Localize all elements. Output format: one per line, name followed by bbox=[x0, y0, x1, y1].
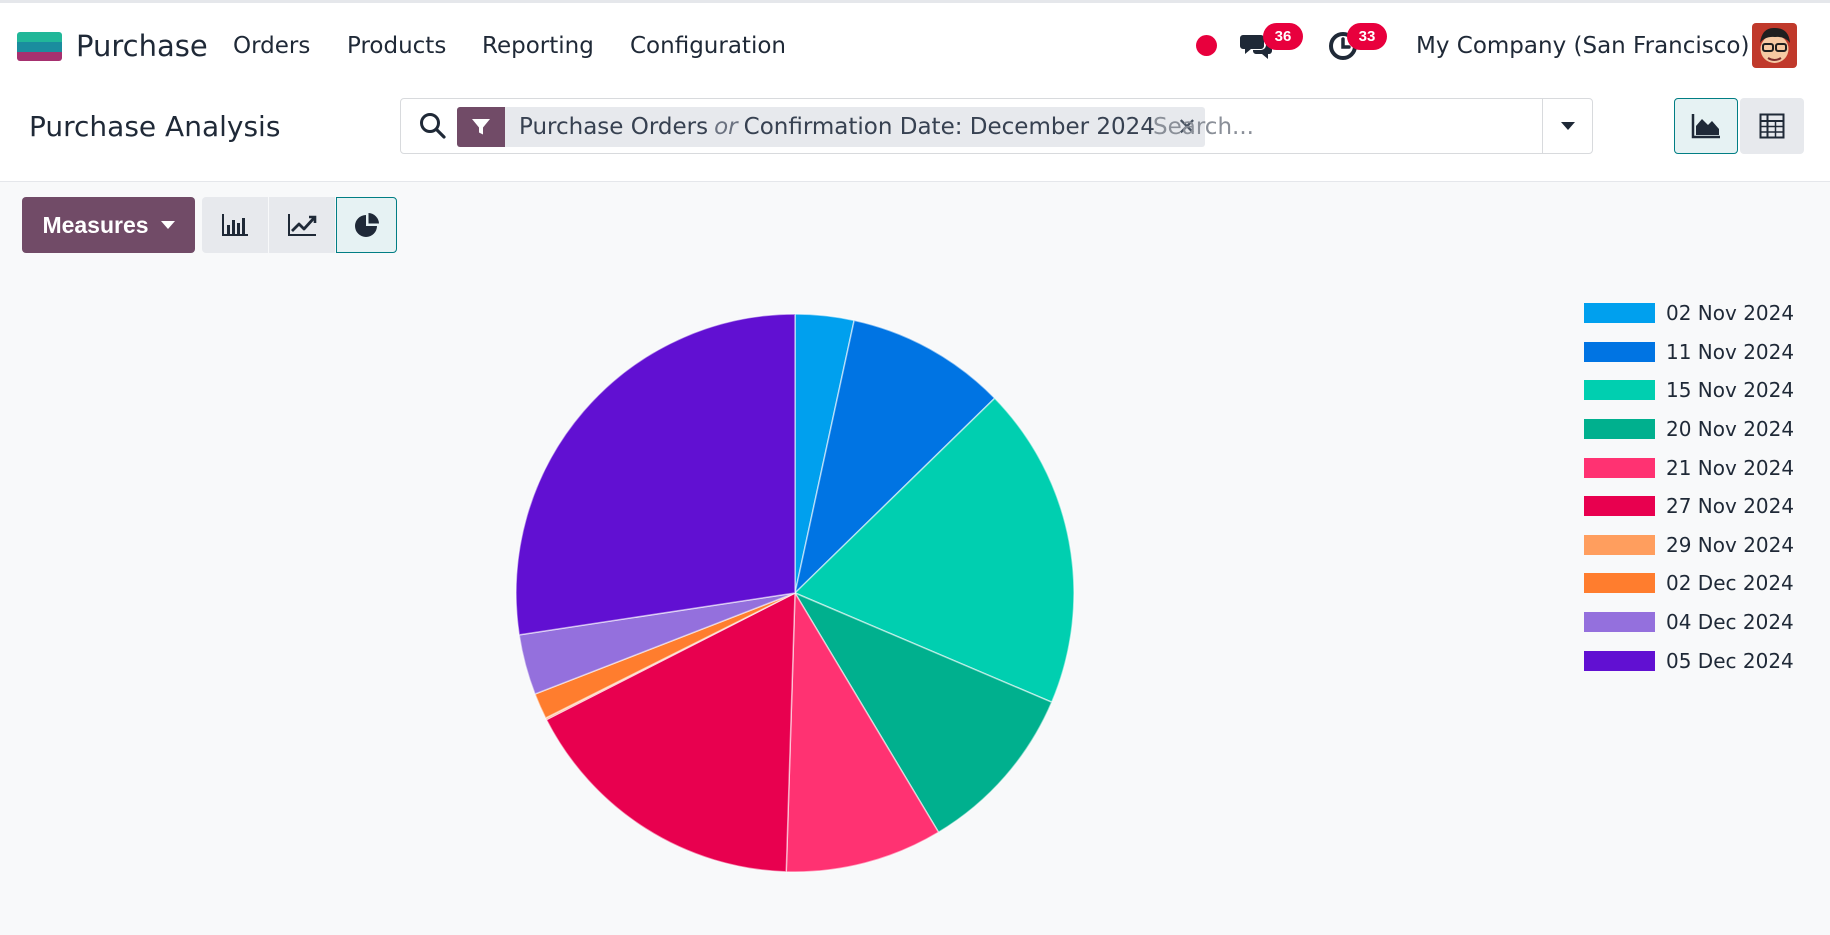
area-chart-icon bbox=[1691, 114, 1720, 139]
legend-label: 05 Dec 2024 bbox=[1666, 648, 1794, 673]
search-bar: Purchase Orders or Confirmation Date: Dece… bbox=[400, 98, 1593, 154]
control-panel: Purchase Analysis Purchase Orders or Confi… bbox=[0, 82, 1830, 182]
legend-swatch bbox=[1584, 496, 1655, 517]
search-facet[interactable]: Purchase Orders or Confirmation Date: Dece… bbox=[457, 107, 1205, 147]
menu-reporting[interactable]: Reporting bbox=[482, 33, 594, 59]
legend-item[interactable]: 20 Nov 2024 bbox=[1584, 410, 1824, 449]
purchase-app-icon[interactable] bbox=[17, 32, 62, 61]
caret-down-icon bbox=[1560, 122, 1575, 130]
messages-badge: 36 bbox=[1263, 23, 1303, 50]
pie-chart bbox=[515, 313, 1075, 873]
graph-content: Measures 02 Nov 2024 11 Nov 2024 15 Nov 20… bbox=[0, 182, 1830, 935]
legend-label: 27 Nov 2024 bbox=[1666, 494, 1795, 519]
legend-swatch bbox=[1584, 612, 1655, 633]
legend-label: 29 Nov 2024 bbox=[1666, 532, 1795, 557]
pivot-view-button[interactable] bbox=[1740, 98, 1804, 154]
legend-label: 04 Dec 2024 bbox=[1666, 610, 1794, 635]
legend-label: 21 Nov 2024 bbox=[1666, 455, 1795, 480]
menu-products[interactable]: Products bbox=[347, 33, 446, 59]
status-dot[interactable] bbox=[1196, 35, 1217, 56]
facet-value-purchase-orders: Purchase Orders bbox=[519, 114, 709, 140]
app-name[interactable]: Purchase bbox=[76, 29, 208, 63]
search-input[interactable] bbox=[1153, 107, 1523, 147]
legend-item[interactable]: 15 Nov 2024 bbox=[1584, 371, 1824, 410]
legend-item[interactable]: 05 Dec 2024 bbox=[1584, 641, 1824, 680]
chart-legend: 02 Nov 2024 11 Nov 2024 15 Nov 2024 20 Nov … bbox=[1584, 294, 1824, 680]
page-title: Purchase Analysis bbox=[29, 110, 281, 143]
legend-swatch bbox=[1584, 650, 1655, 671]
pie-slice-05-dec-2024[interactable] bbox=[515, 313, 796, 636]
legend-label: 02 Nov 2024 bbox=[1666, 301, 1795, 326]
legend-item[interactable]: 11 Nov 2024 bbox=[1584, 333, 1824, 372]
user-avatar[interactable] bbox=[1752, 23, 1797, 68]
facet-separator: or bbox=[714, 114, 738, 140]
search-icon[interactable] bbox=[418, 111, 448, 141]
legend-item[interactable]: 02 Nov 2024 bbox=[1584, 294, 1824, 333]
graph-view-button[interactable] bbox=[1674, 98, 1738, 154]
legend-swatch bbox=[1584, 419, 1655, 440]
legend-label: 15 Nov 2024 bbox=[1666, 378, 1795, 403]
legend-label: 11 Nov 2024 bbox=[1666, 339, 1795, 364]
legend-item[interactable]: 27 Nov 2024 bbox=[1584, 487, 1824, 526]
pivot-table-icon bbox=[1759, 113, 1785, 139]
activities-badge: 33 bbox=[1347, 23, 1387, 50]
legend-label: 02 Dec 2024 bbox=[1666, 571, 1794, 596]
legend-item[interactable]: 29 Nov 2024 bbox=[1584, 526, 1824, 565]
legend-item[interactable]: 02 Dec 2024 bbox=[1584, 564, 1824, 603]
legend-swatch bbox=[1584, 534, 1655, 555]
legend-swatch bbox=[1584, 303, 1655, 324]
legend-swatch bbox=[1584, 380, 1655, 401]
facet-value-confirmation-date: Confirmation Date: December 2024 bbox=[743, 114, 1155, 140]
search-options-toggle[interactable] bbox=[1542, 99, 1592, 153]
legend-swatch bbox=[1584, 341, 1655, 362]
legend-swatch bbox=[1584, 573, 1655, 594]
menu-configuration[interactable]: Configuration bbox=[630, 33, 786, 59]
legend-item[interactable]: 04 Dec 2024 bbox=[1584, 603, 1824, 642]
top-navbar: Purchase Orders Products Reporting Confi… bbox=[0, 0, 1830, 82]
company-switcher[interactable]: My Company (San Francisco) bbox=[1416, 33, 1749, 59]
legend-swatch bbox=[1584, 457, 1655, 478]
filter-icon bbox=[457, 107, 505, 147]
legend-label: 20 Nov 2024 bbox=[1666, 417, 1795, 442]
menu-orders[interactable]: Orders bbox=[233, 33, 310, 59]
legend-item[interactable]: 21 Nov 2024 bbox=[1584, 448, 1824, 487]
